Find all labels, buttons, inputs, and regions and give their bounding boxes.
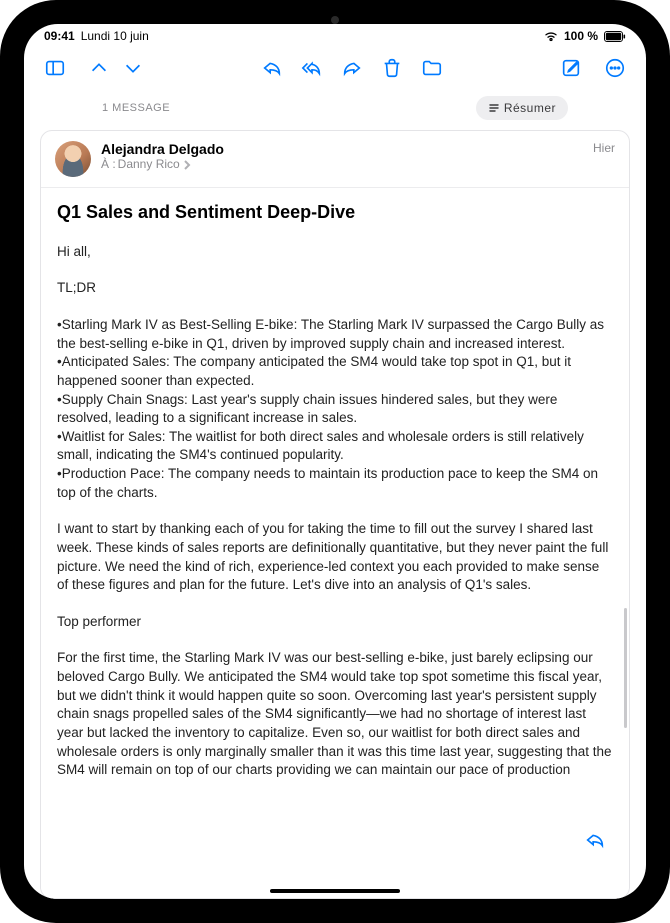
tldr-item: •Production Pace: The company needs to m… (57, 465, 613, 502)
trash-button[interactable] (375, 52, 409, 84)
body-paragraph-2: For the first time, the Starling Mark IV… (57, 649, 613, 779)
email-timestamp: Hier (593, 141, 615, 155)
mail-toolbar (24, 48, 646, 88)
front-camera (331, 16, 339, 24)
chevron-right-icon (182, 159, 192, 169)
tldr-item: •Supply Chain Snags: Last year's supply … (57, 391, 613, 428)
body-paragraph-1: I want to start by thanking each of you … (57, 520, 613, 595)
summarize-icon (488, 102, 500, 114)
tldr-item: •Starling Mark IV as Best-Selling E-bike… (57, 316, 613, 353)
battery-percent: 100 % (564, 29, 598, 43)
recipient-line[interactable]: À : Danny Rico (101, 157, 615, 171)
message-count-label: 1 MESSAGE (102, 102, 170, 114)
greeting: Hi all, (57, 243, 613, 262)
tldr-list: •Starling Mark IV as Best-Selling E-bike… (57, 316, 613, 502)
compose-button[interactable] (554, 52, 588, 84)
status-bar: 09:41 Lundi 10 juin 100 % (24, 24, 646, 48)
email-body[interactable]: Q1 Sales and Sentiment Deep-Dive Hi all,… (41, 188, 629, 898)
tldr-item: •Waitlist for Sales: The waitlist for bo… (57, 428, 613, 465)
section-heading: Top performer (57, 613, 613, 632)
message-count-row: 1 MESSAGE Résumer (24, 88, 646, 128)
sidebar-toggle-button[interactable] (38, 52, 72, 84)
home-indicator[interactable] (270, 889, 400, 893)
email-card: Alejandra Delgado À : Danny Rico Hier Q1… (40, 130, 630, 899)
status-time: 09:41 (44, 29, 75, 43)
wifi-icon (544, 31, 558, 42)
forward-button[interactable] (335, 52, 369, 84)
next-message-button[interactable] (116, 52, 150, 84)
battery-icon (604, 31, 626, 42)
scroll-fade (41, 870, 629, 898)
screen: 09:41 Lundi 10 juin 100 % (24, 24, 646, 899)
ipad-frame: 09:41 Lundi 10 juin 100 % (0, 0, 670, 923)
scroll-indicator[interactable] (624, 608, 627, 728)
email-header[interactable]: Alejandra Delgado À : Danny Rico Hier (41, 131, 629, 188)
to-prefix: À : (101, 157, 116, 171)
reply-button[interactable] (255, 52, 289, 84)
sender-name[interactable]: Alejandra Delgado (101, 141, 615, 157)
move-to-folder-button[interactable] (415, 52, 449, 84)
status-date: Lundi 10 juin (81, 29, 149, 43)
more-button[interactable] (598, 52, 632, 84)
reply-all-button[interactable] (295, 52, 329, 84)
to-name: Danny Rico (118, 157, 180, 171)
email-subject: Q1 Sales and Sentiment Deep-Dive (57, 200, 613, 225)
tldr-item: •Anticipated Sales: The company anticipa… (57, 353, 613, 390)
sender-avatar[interactable] (55, 141, 91, 177)
previous-message-button[interactable] (82, 52, 116, 84)
summarize-label: Résumer (504, 101, 556, 115)
quick-reply-button[interactable] (578, 825, 612, 855)
summarize-button[interactable]: Résumer (476, 96, 568, 120)
tldr-label: TL;DR (57, 279, 613, 298)
